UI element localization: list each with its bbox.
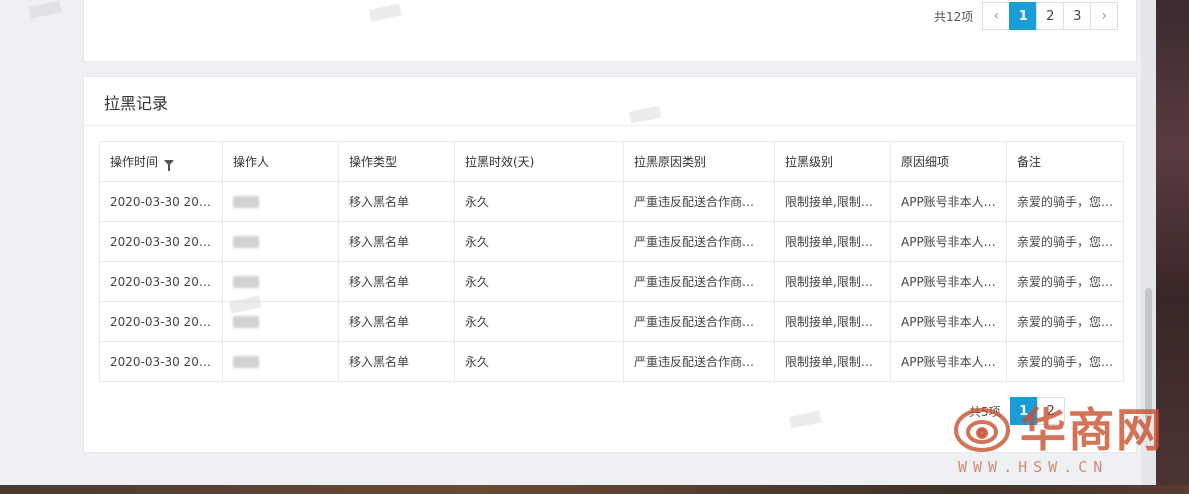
cell-operator — [222, 221, 339, 262]
redacted-operator — [233, 316, 259, 328]
cell-operator — [222, 341, 339, 382]
cell-reason-category: 严重违反配送合作商规… — [623, 301, 775, 342]
cell-time: 2020-03-30 20:4… — [99, 181, 223, 222]
page-button-1[interactable]: 1 — [1009, 2, 1038, 30]
cell-level: 限制接单,限制重… — [774, 261, 891, 302]
cell-level: 限制接单,限制重… — [774, 181, 891, 222]
table-row: 2020-03-30 20:4… 移入黑名单 永久 严重违反配送合作商规… 限制… — [99, 261, 1124, 302]
redacted-operator — [233, 276, 259, 288]
next-page-button[interactable]: › — [1090, 2, 1119, 30]
table-row: 2020-03-30 20:4… 移入黑名单 永久 严重违反配送合作商规… 限制… — [99, 301, 1124, 342]
column-header-duration: 拉黑时效(天) — [454, 141, 624, 182]
svg-text:网: 网 — [1116, 403, 1162, 457]
cell-level: 限制接单,限制重… — [774, 341, 891, 382]
previous-list-card: 共12项 ‹ 1 2 3 › — [83, 0, 1137, 62]
column-header-reason-category: 拉黑原因类别 — [623, 141, 775, 182]
cell-reason-category: 严重违反配送合作商规… — [623, 181, 775, 222]
title-divider — [84, 125, 1136, 126]
cell-detail: APP账号非本人… — [890, 181, 1007, 222]
cell-type: 移入黑名单 — [338, 181, 455, 222]
cell-detail: APP账号非本人… — [890, 261, 1007, 302]
cell-operator — [222, 301, 339, 342]
column-header-operator: 操作人 — [222, 141, 339, 182]
cell-time: 2020-03-30 20:4… — [99, 341, 223, 382]
cell-type: 移入黑名单 — [338, 221, 455, 262]
cell-reason-category: 严重违反配送合作商规… — [623, 341, 775, 382]
page-button-3[interactable]: 3 — [1063, 2, 1092, 30]
table-row: 2020-03-30 20:4… 移入黑名单 永久 严重违反配送合作商规… 限制… — [99, 181, 1124, 222]
cell-level: 限制接单,限制重… — [774, 301, 891, 342]
cell-operator — [222, 261, 339, 302]
column-label: 操作时间 — [110, 155, 159, 169]
cell-remark: 亲爱的骑手，您… — [1006, 181, 1124, 222]
cell-time: 2020-03-30 20:4… — [99, 301, 223, 342]
table-header-row: 操作时间 操作人 操作类型 拉黑时效(天) 拉黑原因类别 拉黑级别 原因细项 备… — [99, 141, 1124, 182]
blacklist-table: 操作时间 操作人 操作类型 拉黑时效(天) 拉黑原因类别 拉黑级别 原因细项 备… — [99, 141, 1124, 382]
cell-detail: APP账号非本人… — [890, 221, 1007, 262]
redacted-operator — [233, 236, 259, 248]
table-row: 2020-03-30 20:4… 移入黑名单 永久 严重违反配送合作商规… 限制… — [99, 341, 1124, 382]
top-pagination: 共12项 ‹ 1 2 3 › — [934, 2, 1119, 30]
background-bottom-strip — [0, 485, 1189, 494]
cell-remark: 亲爱的骑手，您… — [1006, 341, 1124, 382]
redacted-operator — [233, 356, 259, 368]
user-watermark: ████ — [29, 1, 62, 20]
column-header-type: 操作类型 — [338, 141, 455, 182]
column-header-level: 拉黑级别 — [774, 141, 891, 182]
cell-time: 2020-03-30 20:4… — [99, 221, 223, 262]
cell-remark: 亲爱的骑手，您… — [1006, 301, 1124, 342]
cell-reason-category: 严重违反配送合作商规… — [623, 261, 775, 302]
column-header-remark: 备注 — [1006, 141, 1124, 182]
cell-time: 2020-03-30 20:4… — [99, 261, 223, 302]
cell-duration: 永久 — [454, 181, 624, 222]
cell-remark: 亲爱的骑手，您… — [1006, 261, 1124, 302]
cell-reason-category: 严重违反配送合作商规… — [623, 221, 775, 262]
cell-detail: APP账号非本人… — [890, 301, 1007, 342]
filter-icon[interactable] — [164, 159, 175, 171]
redacted-operator — [233, 196, 259, 208]
cell-remark: 亲爱的骑手，您… — [1006, 221, 1124, 262]
prev-page-button[interactable]: ‹ — [982, 2, 1011, 30]
svg-text:华: 华 — [1020, 403, 1066, 457]
column-header-detail: 原因细项 — [890, 141, 1007, 182]
cell-duration: 永久 — [454, 301, 624, 342]
cell-duration: 永久 — [454, 221, 624, 262]
column-header-time[interactable]: 操作时间 — [99, 141, 223, 182]
cell-duration: 永久 — [454, 261, 624, 302]
cell-operator — [222, 181, 339, 222]
cell-type: 移入黑名单 — [338, 261, 455, 302]
pagination-total: 共12项 — [934, 9, 974, 24]
table-row: 2020-03-30 20:4… 移入黑名单 永久 严重违反配送合作商规… 限制… — [99, 221, 1124, 262]
cell-duration: 永久 — [454, 341, 624, 382]
svg-text:商: 商 — [1068, 403, 1114, 457]
page-button-2[interactable]: 2 — [1036, 2, 1065, 30]
site-url-text: WWW.HSW.CN — [958, 458, 1109, 476]
cell-type: 移入黑名单 — [338, 301, 455, 342]
cell-type: 移入黑名单 — [338, 341, 455, 382]
card-title: 拉黑记录 — [104, 94, 169, 113]
cell-level: 限制接单,限制重… — [774, 221, 891, 262]
cell-detail: APP账号非本人… — [890, 341, 1007, 382]
